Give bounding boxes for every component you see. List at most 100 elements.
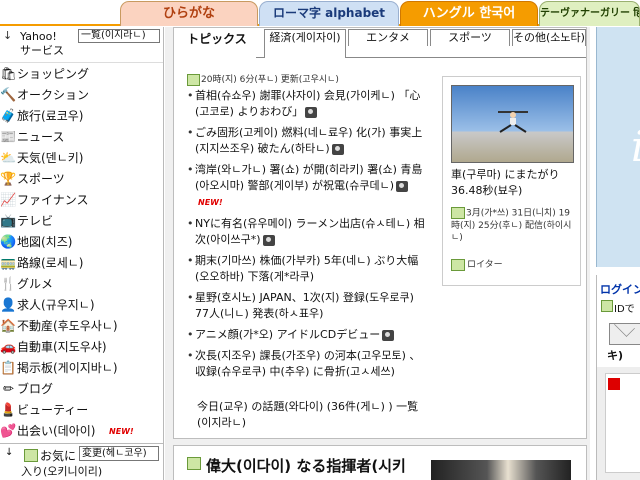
news-item[interactable]: NYに有名(유우메이) ラーメン出店(슈ㅅ테ㄴ) 相次(아이쓰구*) [187,216,427,248]
tab-romaji[interactable]: ローマ字 alphabet [259,1,399,26]
news-item[interactable]: 首相(슈쇼우) 謝罪(샤자이) 会見(가이케ㄴ) 「心(고코로) よりおわび」 [187,88,427,120]
news-item[interactable]: 期末(기마쓰) 株価(가부카) 5年(네ㄴ) ぶり大幅(오오하바) 下落(게*라… [187,253,427,285]
sidebar-item-label: 自動車(지도우샤) [17,340,107,354]
tab-topics[interactable]: トピックス [178,29,256,58]
favorites-section: ↓ お気に 変更(헤ㄴ코우) 入り(오키니이리) [0,443,163,480]
favorites-arrow-icon[interactable]: ↓ [5,447,13,458]
news-item[interactable]: アニメ顔(가*오) アイドルCDデビュー [187,327,427,343]
sidebar-item[interactable]: 🏠 不動産(후도우사ㄴ) [0,316,163,337]
travel-suitcase-icon: 🧳 [0,109,17,124]
sidebar-item[interactable]: 🔨 オークション [0,85,163,106]
auction-gavel-icon: 🔨 [0,88,17,103]
news-headline[interactable]: アニメ顔(가*오) アイドルCDデビュー [195,328,380,341]
side-box [596,367,640,480]
photo-source-text[interactable]: ロイター [467,260,503,270]
feature-photo[interactable] [431,460,571,480]
news-item[interactable]: 湾岸(와ㄴ가ㄴ) 署(쇼) が開(히라키) 署(쇼) 青島(아오시마) 警部(게… [187,162,427,211]
camera-icon [396,180,409,192]
news-item[interactable]: 次長(지조우) 課長(가조우) の河本(고우모토) 、収録(슈우로쿠) 中(추우… [187,348,427,380]
side-box-content [605,373,640,473]
newspaper-icon: 📰 [0,130,17,145]
weather-sun-icon: ⛅ [0,151,17,166]
news-headline[interactable]: 期末(기마쓰) 株価(가부카) 5年(네ㄴ) ぶり大幅(오오하바) 下落(게*라… [195,254,418,283]
feature-title[interactable]: 偉大(이다이) なる指揮者(시키 [206,455,406,476]
login-subtitle: IDで [614,304,635,315]
train-route-icon: 🚃 [0,256,17,271]
camera-icon [262,234,275,246]
sidebar-item[interactable]: 🧳 旅行(료코우) [0,106,163,127]
news-headline[interactable]: ごみ固形(고케이) 燃料(네ㄴ료우) 化(가) 事実上(지지쓰조우) 破たん(하… [195,126,422,155]
more-topics-link[interactable]: 今日(교우) の話題(와다이) (36件(게ㄴ) ) 一覧(이지라ㄴ) [197,399,427,431]
sidebar-item-label: 掲示板(게이지바ㄴ) [17,361,118,375]
sidebar-item[interactable]: 👤 求人(규우지ㄴ) [0,295,163,316]
real-estate-house-icon: 🏠 [0,319,17,334]
services-list-button[interactable]: 一覧(이지라ㄴ) [78,29,160,43]
sidebar-item-label: 出会い(데아이) [17,424,96,438]
source-icon [451,258,465,271]
news-photo[interactable] [451,85,574,163]
tab-other[interactable]: その他(소노타) [512,29,586,46]
photo-news-box: 車(구루마) にまたがり 36.48秒(뵤우) 3月(가*쓰) 31日(니치) … [442,76,581,286]
script-tab-bar: ひらがな ローマ字 alphabet ハングル 한국어 テーヴァナーガリー हि… [0,0,640,26]
sidebar-item-label: ショッピング [17,67,90,81]
news-item[interactable]: ごみ固形(고케이) 燃料(네ㄴ료우) 化(가) 事実上(지지쓰조우) 破たん(하… [187,125,427,157]
favorites-label-reading: 入り(오키니이리) [21,465,103,478]
sidebar-item-label: スポーツ [17,172,65,186]
jumping-person-image [498,111,528,133]
tab-sports[interactable]: スポーツ [430,29,510,46]
new-badge: NEW! [109,427,134,436]
feature-icon [187,457,201,470]
sidebar-item-label: ビューティー [17,403,89,417]
collapse-arrow-icon[interactable]: ↓ [3,29,12,42]
sidebar-item[interactable]: 🏆 スポーツ [0,169,163,190]
shopping-bags-icon: 🛍 [0,67,17,82]
sidebar-item[interactable]: 🚗 自動車(지도우샤) [0,337,163,358]
favorites-icon [24,449,38,462]
blog-pen-icon: ✏ [3,382,14,397]
sidebar-item-label: 路線(로세ㄴ) [17,256,84,270]
photo-meta-text: 3月(가*쓰) 31日(니치) 19時(지) 25分(후ㄴ) 配信(하이시ㄴ) [451,208,572,243]
television-icon: 📺 [0,214,17,229]
sidebar-item[interactable]: 🍴 グルメ [0,274,163,295]
sidebar-item[interactable]: 🌏 地図(치즈) [0,232,163,253]
sidebar-item[interactable]: ✏ ブログ [0,379,163,400]
sidebar-item-label: ニュース [17,130,65,144]
job-person-icon: 👤 [0,298,17,313]
beauty-bottle-icon: 💄 [0,403,17,418]
news-headline[interactable]: NYに有名(유우메이) ラーメン出店(슈ㅅ테ㄴ) 相次(아이쓰구*) [195,217,425,246]
sidebar-item[interactable]: 📋 掲示板(게이지바ㄴ) [0,358,163,379]
topics-category-tabs: トピックス 経済(게이자이) エンタメ スポーツ その他(소노타) [178,28,586,58]
sidebar-item[interactable]: 🛍 ショッピング [0,64,163,85]
tab-entertainment[interactable]: エンタメ [348,29,428,46]
sidebar-item[interactable]: 📰 ニュース [0,127,163,148]
mail-icon[interactable] [609,323,640,345]
sidebar-item[interactable]: 📈 ファイナンス [0,190,163,211]
promo-banner[interactable]: i [596,27,640,267]
camera-icon [331,143,344,155]
sidebar-item[interactable]: 📺 テレビ [0,211,163,232]
sidebar-item[interactable]: 💕 出会い(데아이) NEW! [0,421,163,442]
sidebar-item[interactable]: 💄 ビューティー [0,400,163,421]
tab-devanagari[interactable]: テーヴァナーガリー हिंदी [539,1,640,26]
sidebar-item[interactable]: ⛅ 天気(덴ㄴ키) [0,148,163,169]
tab-hangul[interactable]: ハングル 한국어 [400,1,538,26]
camera-icon [382,329,395,341]
news-headline[interactable]: 次長(지조우) 課長(가조우) の河本(고우모토) 、収録(슈우로쿠) 中(추우… [195,349,420,378]
sidebar-item-label: 求人(규우지ㄴ) [17,298,95,312]
login-title[interactable]: ログイン [600,281,640,297]
sidebar-item-label: 地図(치즈) [17,235,73,249]
trophy-icon: 🏆 [0,172,17,187]
sidebar-item-label: 天気(덴ㄴ키) [17,151,84,165]
sidebar-item[interactable]: 🚃 路線(로세ㄴ) [0,253,163,274]
news-item[interactable]: 星野(호시노) JAPAN、1次(지) 登録(도우로쿠) 77人(니ㄴ) 発表(… [187,290,427,322]
photo-caption-link[interactable]: 車(구루마) にまたがり 36.48秒(뵤우) [451,167,577,199]
tab-hiragana[interactable]: ひらがな [120,1,258,26]
news-headline[interactable]: 星野(호시노) JAPAN、1次(지) 登録(도우로쿠) 77人(니ㄴ) 発表(… [195,291,414,320]
id-icon [601,300,613,312]
tab-economy[interactable]: 経済(게이자이) [264,29,346,58]
favorites-change-button[interactable]: 変更(헤ㄴ코우) [79,446,159,461]
sidebar-item-label: 旅行(료코우) [17,109,84,123]
feature-panel: 偉大(이다이) なる指揮者(시키 [173,445,587,480]
services-header: ↓ Yahoo! サービス 一覧(이지라ㄴ) [0,27,163,63]
news-headline[interactable]: 湾岸(와ㄴ가ㄴ) 署(쇼) が開(히라키) 署(쇼) 青島(아오시마) 警部(게… [195,163,422,192]
